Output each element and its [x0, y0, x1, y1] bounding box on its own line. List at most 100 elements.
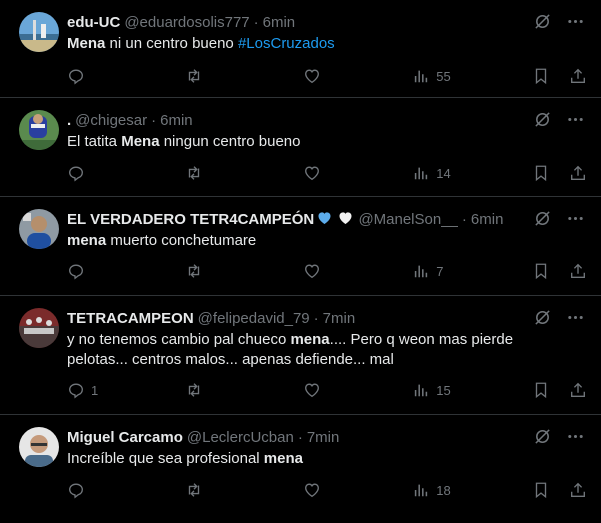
- reply-icon: [69, 383, 83, 399]
- separator-dot: ·: [253, 13, 259, 31]
- hashtag-link[interactable]: #LosCruzados: [238, 35, 335, 52]
- tweet[interactable]: edu-UC @eduardosolis777 · 6min Mena ni u…: [0, 0, 601, 98]
- text-part: Increíble que sea profesional: [67, 450, 264, 467]
- retweet-icon: [188, 483, 199, 497]
- timestamp[interactable]: 7min: [323, 310, 356, 327]
- bookmark-button[interactable]: [532, 262, 550, 280]
- text-part: mena: [290, 331, 330, 348]
- more-dots-icon[interactable]: [566, 427, 585, 446]
- bookmark-button[interactable]: [532, 481, 550, 499]
- retweet-button[interactable]: [185, 481, 303, 499]
- avatar[interactable]: [19, 427, 59, 467]
- tweet[interactable]: Miguel Carcamo @LeclercUcban · 7min Incr…: [0, 415, 601, 523]
- timestamp[interactable]: 6min: [471, 211, 504, 228]
- bookmark-button[interactable]: [532, 164, 550, 182]
- retweet-icon: [188, 166, 199, 180]
- tweet[interactable]: . @chigesar · 6min El tatita Mena ningun…: [0, 98, 601, 197]
- reply-button[interactable]: [67, 481, 185, 499]
- user-handle[interactable]: @ManelSon__: [358, 211, 457, 228]
- tweet-text: El tatita Mena ningun centro bueno: [67, 132, 585, 152]
- share-button[interactable]: [569, 67, 587, 85]
- like-button[interactable]: [303, 381, 413, 399]
- retweet-button[interactable]: [185, 164, 303, 182]
- separator-dot: ·: [297, 428, 303, 446]
- views-bars-icon: [415, 70, 428, 83]
- retweet-button[interactable]: [185, 67, 303, 85]
- retweet-button[interactable]: [185, 381, 303, 399]
- grok-slash-icon[interactable]: [533, 308, 552, 327]
- user-handle[interactable]: @LeclercUcban: [187, 429, 294, 446]
- like-button[interactable]: [303, 262, 413, 280]
- user-handle[interactable]: @felipedavid_79: [198, 310, 310, 327]
- views-count: 14: [436, 165, 451, 181]
- share-icon: [571, 263, 585, 278]
- timestamp[interactable]: 6min: [263, 14, 296, 31]
- timestamp[interactable]: 6min: [160, 112, 193, 129]
- share-button[interactable]: [569, 164, 587, 182]
- reply-icon: [69, 264, 83, 280]
- bookmark-button[interactable]: [532, 381, 550, 399]
- grok-slash-icon[interactable]: [533, 209, 552, 228]
- tweet[interactable]: TETRACAMPEON @felipedavid_79 · 7min y no…: [0, 296, 601, 415]
- text-part: muerto conchetumare: [106, 232, 257, 249]
- display-name[interactable]: edu-UC: [67, 14, 120, 31]
- bookmark-icon: [535, 165, 547, 182]
- share-button[interactable]: [569, 381, 587, 399]
- reply-button[interactable]: [67, 164, 185, 182]
- views-button[interactable]: 55: [412, 67, 532, 85]
- reply-button[interactable]: [67, 262, 185, 280]
- retweet-button[interactable]: [185, 262, 303, 280]
- reply-button[interactable]: 1: [67, 381, 185, 399]
- avatar[interactable]: [19, 110, 59, 150]
- tweet-text: y no tenemos cambio pal chueco mena.... …: [67, 330, 585, 370]
- separator-dot: ·: [461, 210, 467, 228]
- avatar[interactable]: [19, 12, 59, 52]
- display-name[interactable]: TETRACAMPEON: [67, 310, 194, 327]
- share-button[interactable]: [569, 481, 587, 499]
- views-button[interactable]: 7: [412, 262, 532, 280]
- views-button[interactable]: 15: [412, 381, 532, 399]
- bookmark-button[interactable]: [532, 67, 550, 85]
- display-name[interactable]: Miguel Carcamo: [67, 429, 183, 446]
- reply-icon: [69, 483, 83, 499]
- separator-dot: ·: [313, 309, 319, 327]
- heart-icon: [304, 166, 319, 181]
- more-dots-icon[interactable]: [566, 110, 585, 129]
- views-button[interactable]: 14: [412, 164, 532, 182]
- bookmark-icon: [535, 382, 547, 399]
- text-part: ni un centro bueno: [105, 35, 238, 52]
- grok-slash-icon[interactable]: [533, 427, 552, 446]
- grok-slash-icon[interactable]: [533, 110, 552, 129]
- more-dots-icon[interactable]: [566, 209, 585, 228]
- tweet-text: Increíble que sea profesional mena: [67, 449, 585, 469]
- more-dots-icon[interactable]: [566, 308, 585, 327]
- bookmark-icon: [535, 263, 547, 280]
- tweet[interactable]: EL VERDADERO TETR4CAMPEÓN @ManelSon__ · …: [0, 197, 601, 296]
- bookmark-icon: [535, 68, 547, 85]
- like-button[interactable]: [303, 67, 413, 85]
- white-heart-icon: [339, 212, 352, 224]
- views-bars-icon: [415, 384, 428, 397]
- heart-icon: [304, 69, 319, 84]
- display-name[interactable]: .: [67, 112, 71, 129]
- views-bars-icon: [415, 167, 428, 180]
- user-handle[interactable]: @eduardosolis777: [124, 14, 249, 31]
- views-count: 55: [436, 68, 451, 84]
- grok-slash-icon[interactable]: [533, 12, 552, 31]
- like-button[interactable]: [303, 164, 413, 182]
- reply-button[interactable]: [67, 67, 185, 85]
- share-button[interactable]: [569, 262, 587, 280]
- views-button[interactable]: 18: [412, 481, 532, 499]
- user-handle[interactable]: @chigesar: [75, 112, 147, 129]
- more-dots-icon[interactable]: [566, 12, 585, 31]
- heart-icon: [304, 383, 319, 398]
- avatar[interactable]: [19, 209, 59, 249]
- timestamp[interactable]: 7min: [307, 429, 340, 446]
- like-button[interactable]: [303, 481, 413, 499]
- display-name[interactable]: EL VERDADERO TETR4CAMPEÓN: [67, 211, 314, 228]
- text-part: ningun centro bueno: [159, 133, 301, 150]
- tweet-text: mena muerto conchetumare: [67, 231, 585, 251]
- views-count: 7: [436, 263, 444, 279]
- avatar[interactable]: [19, 308, 59, 348]
- text-part: El tatita: [67, 133, 122, 150]
